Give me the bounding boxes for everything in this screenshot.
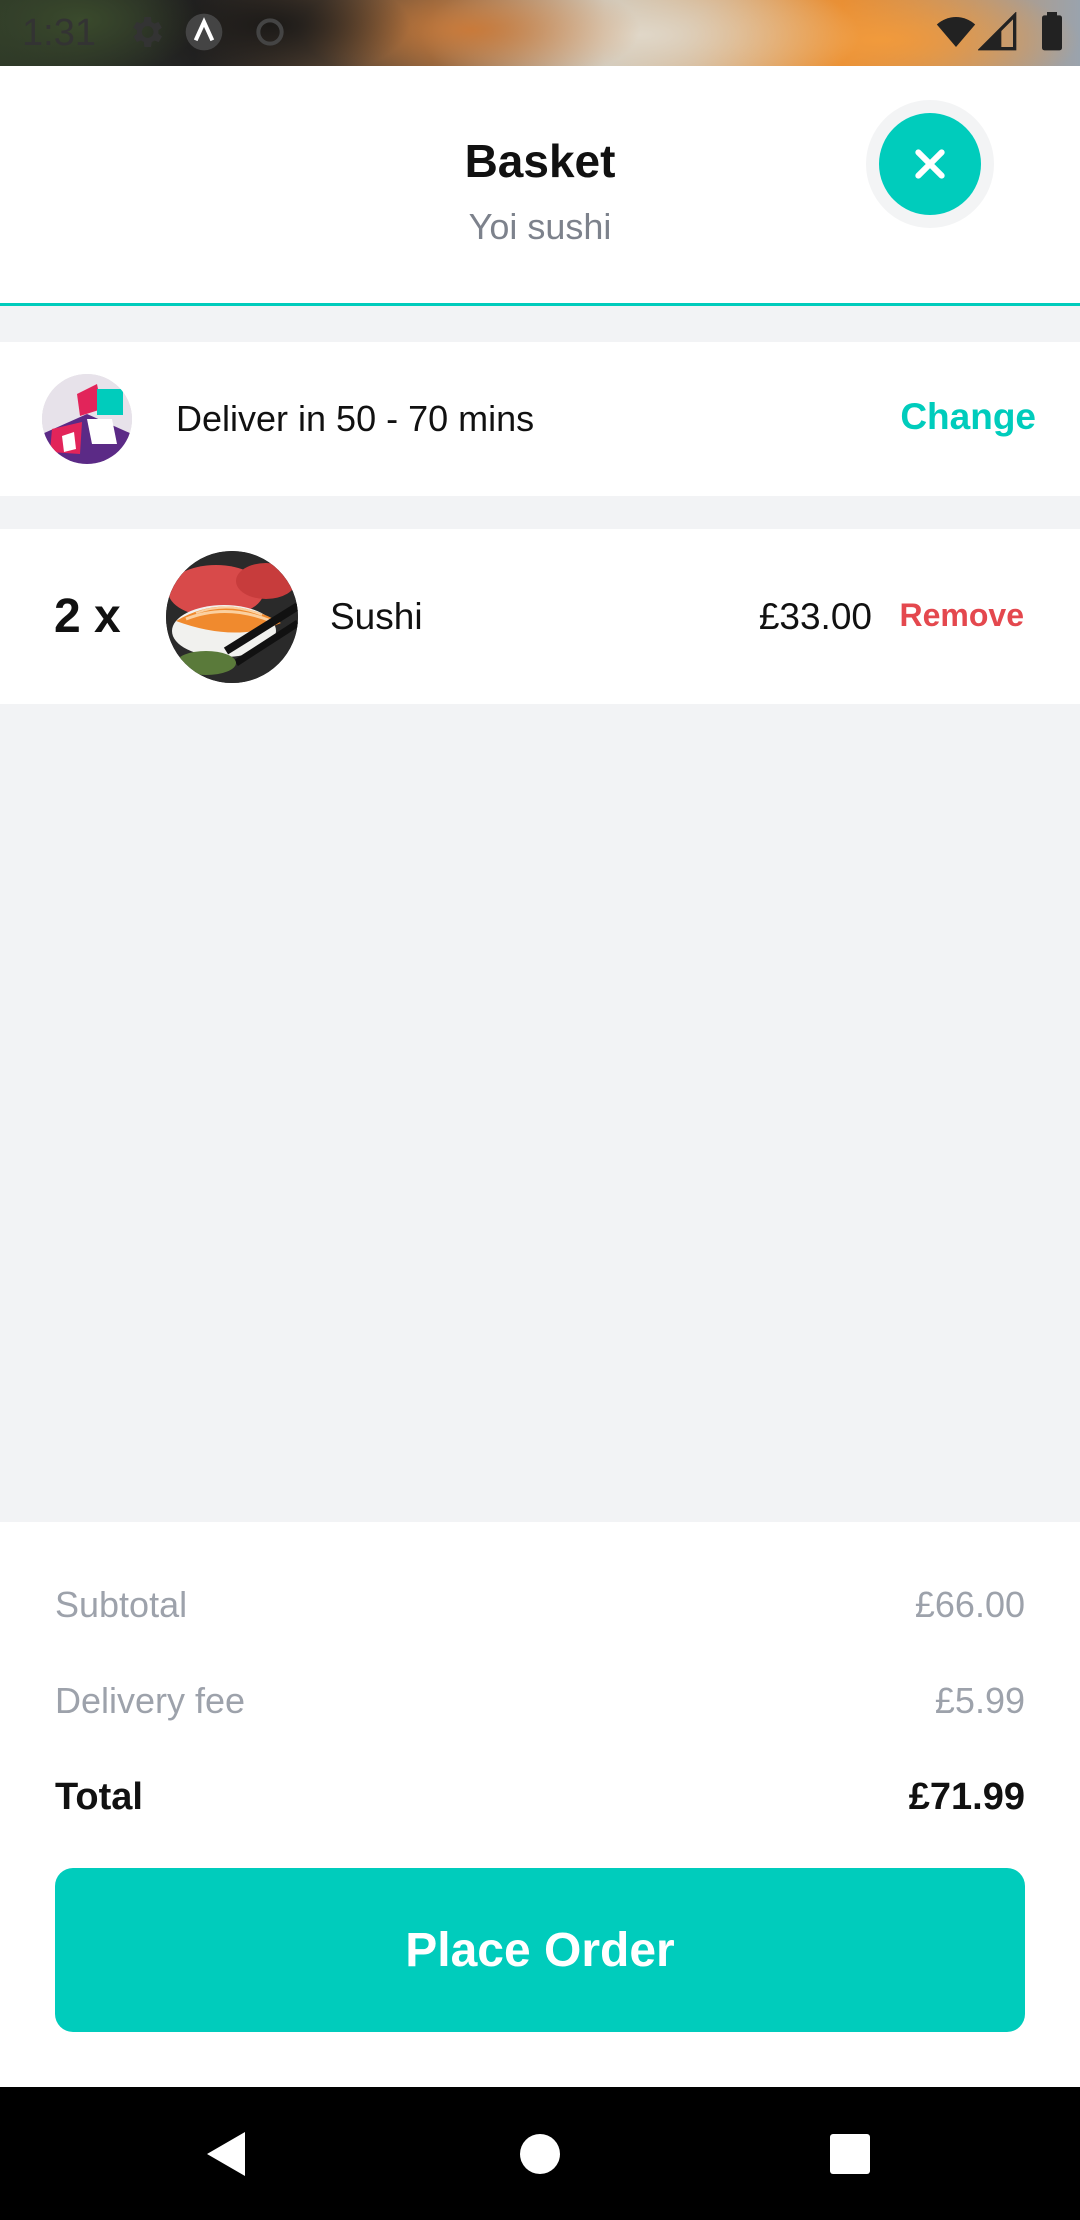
total-row: Total £71.99 — [55, 1776, 1025, 1819]
sync-icon — [256, 18, 284, 46]
item-quantity: 2 x — [54, 590, 121, 643]
gear-icon — [133, 17, 162, 47]
close-button-circle — [879, 113, 981, 215]
order-summary: Subtotal £66.00 Delivery fee £5.99 Total… — [0, 1522, 1080, 2087]
basket-header: Basket Yoi sushi — [0, 66, 1080, 306]
subtotal-label: Subtotal — [55, 1584, 188, 1625]
a-icon — [185, 13, 223, 51]
delivery-time-row: Deliver in 50 - 70 mins Change — [0, 342, 1080, 496]
item-name: Sushi — [330, 596, 423, 637]
navigation-bar — [0, 2087, 1080, 2220]
status-bar: 1:31 — [0, 0, 1080, 66]
total-label: Total — [55, 1776, 143, 1818]
home-button[interactable] — [480, 2087, 600, 2220]
recents-icon — [830, 2133, 870, 2174]
back-icon — [207, 2131, 245, 2176]
remove-item-button[interactable]: Remove — [900, 597, 1025, 634]
item-image — [166, 551, 298, 683]
subtotal-value: £66.00 — [914, 1584, 1025, 1625]
home-icon — [520, 2133, 560, 2174]
battery-icon — [1042, 12, 1062, 51]
total-value: £71.99 — [908, 1776, 1025, 1818]
close-icon — [915, 149, 945, 179]
delivery-estimate: Deliver in 50 - 70 mins — [176, 398, 535, 439]
basket-item: 2 x Sushi £33.00 Remove — [0, 529, 1080, 704]
delivery-fee-value: £5.99 — [934, 1680, 1025, 1721]
subtotal-row: Subtotal £66.00 — [55, 1584, 1025, 1626]
wifi-icon — [936, 17, 976, 47]
sushi-image — [166, 551, 298, 683]
back-button[interactable] — [166, 2087, 286, 2220]
item-price: £33.00 — [758, 596, 872, 637]
delivery-fee-row: Delivery fee £5.99 — [55, 1680, 1025, 1722]
recents-button[interactable] — [790, 2087, 910, 2220]
close-button[interactable] — [866, 100, 994, 228]
delivery-fee-label: Delivery fee — [55, 1680, 246, 1721]
change-delivery-button[interactable]: Change — [900, 396, 1036, 438]
signal-icon — [978, 12, 1017, 51]
rider-illustration — [42, 374, 132, 464]
status-time: 1:31 — [22, 12, 96, 54]
place-order-button[interactable]: Place Order — [55, 1868, 1025, 2032]
delivery-rider-avatar — [42, 374, 132, 464]
